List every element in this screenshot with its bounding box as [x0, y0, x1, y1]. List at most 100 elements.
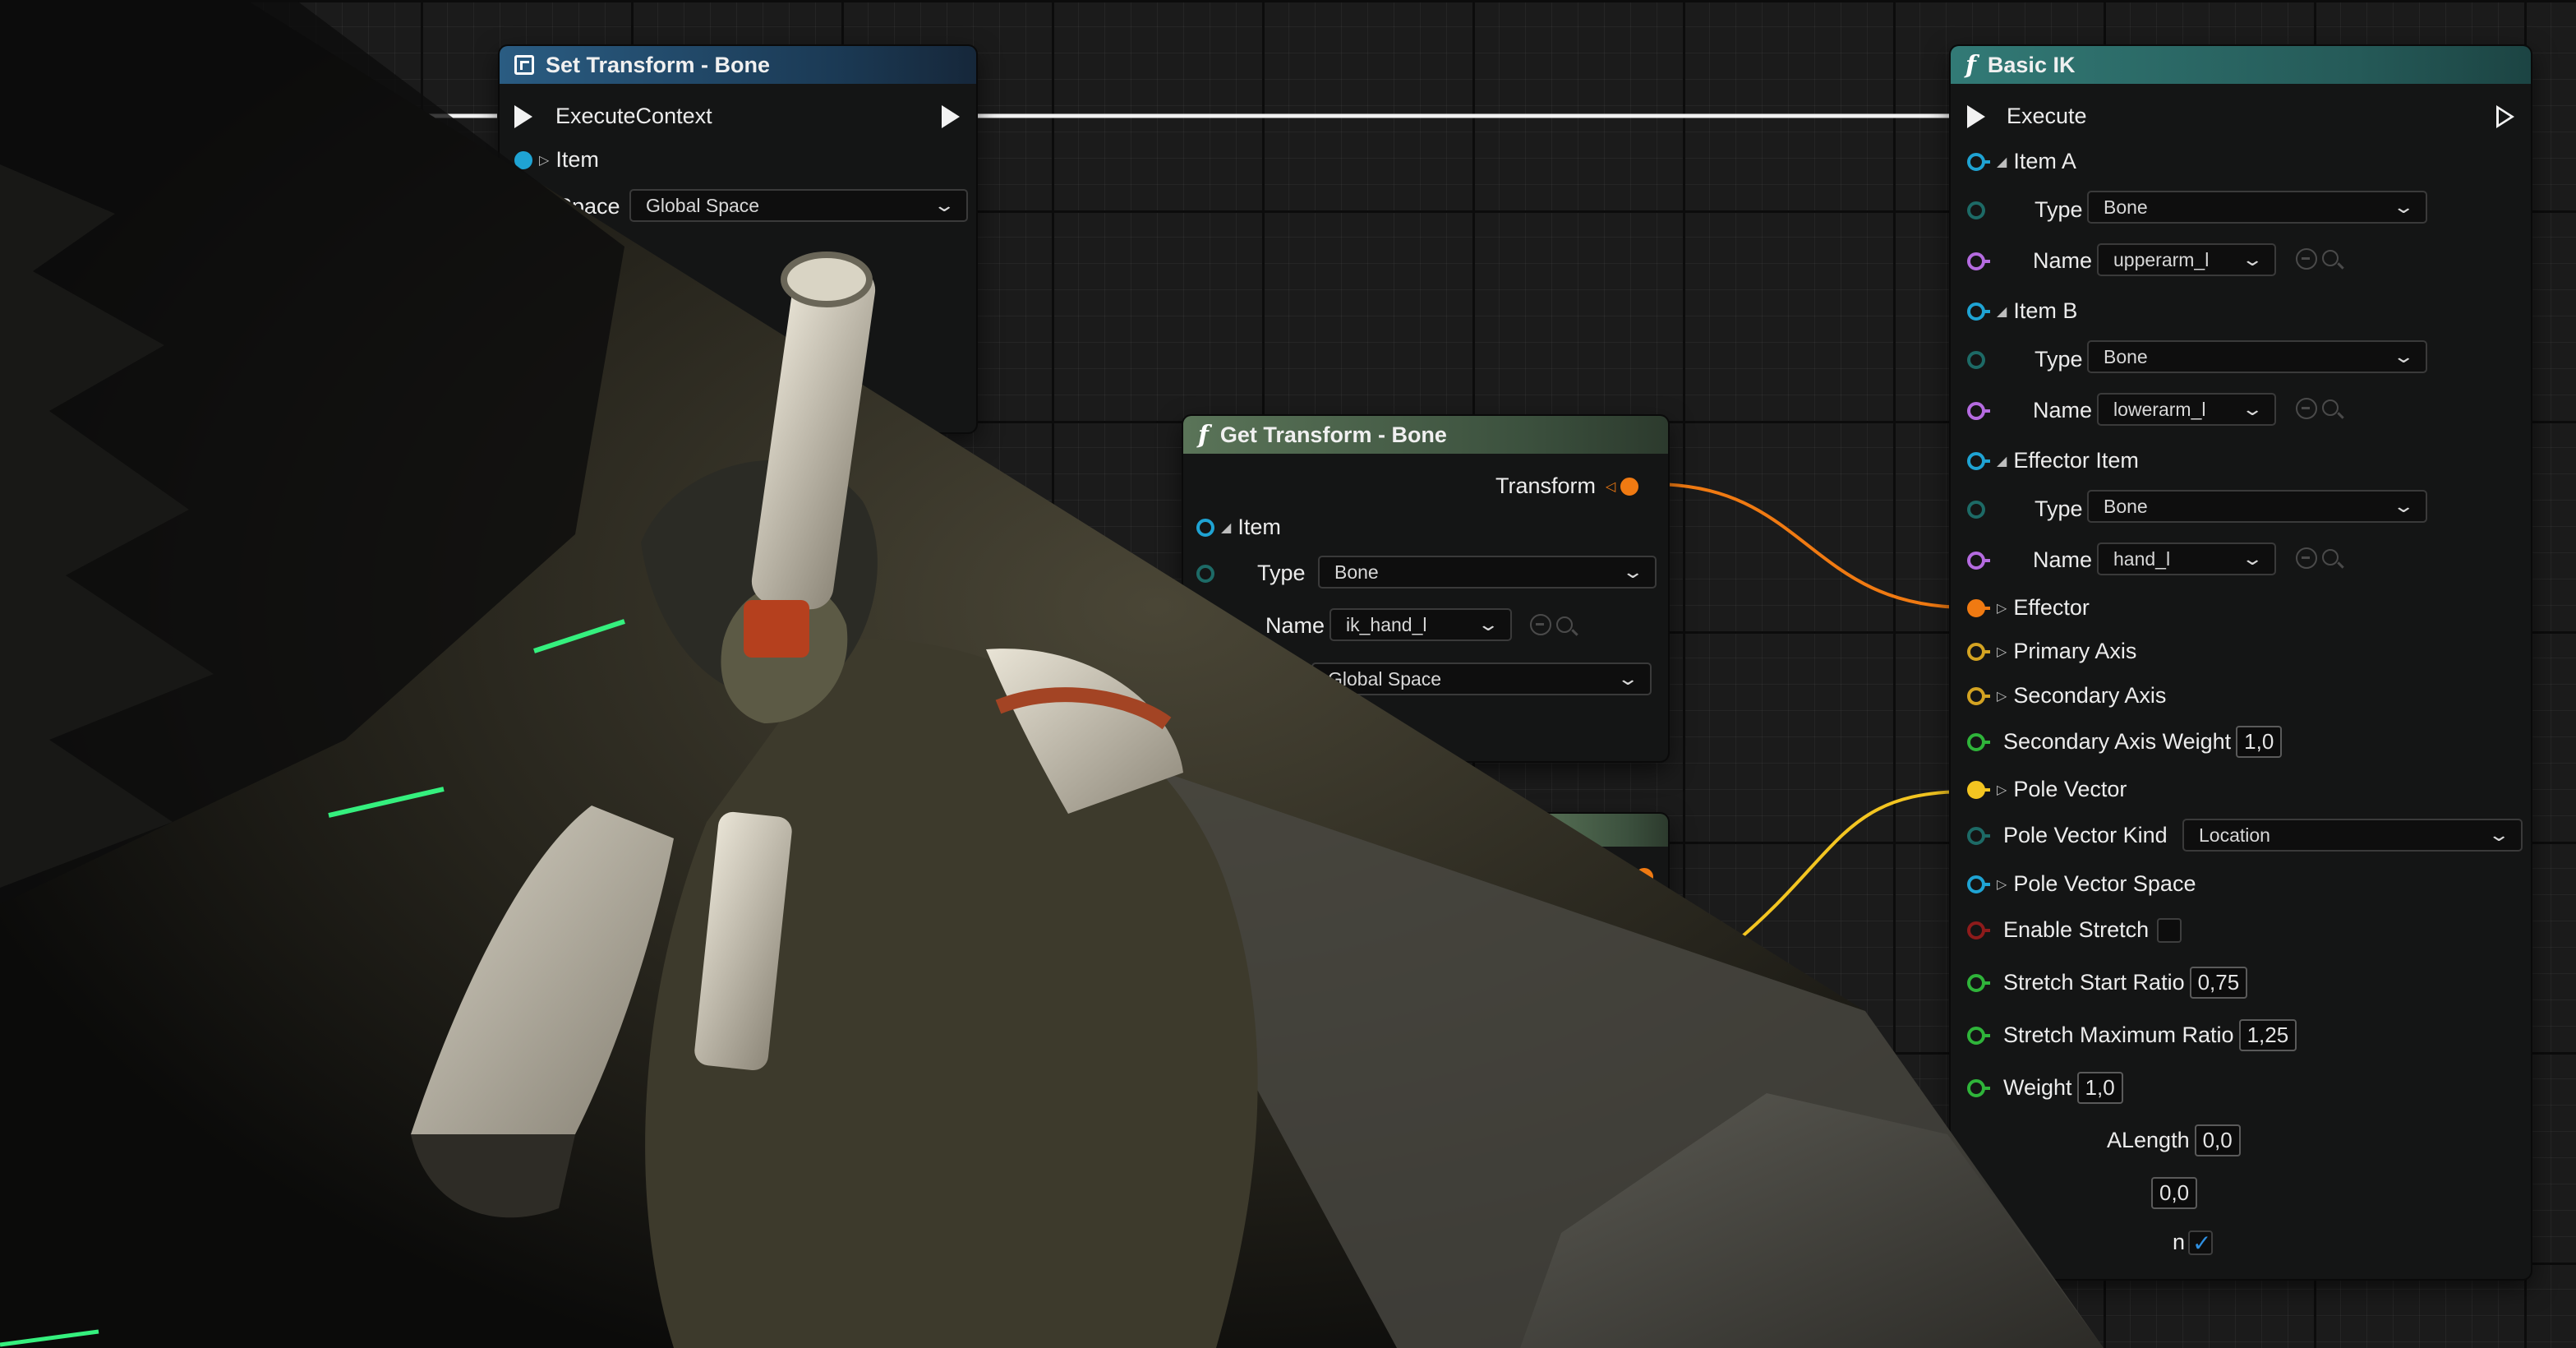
- basic-ik-header[interactable]: f Basic IK: [1951, 46, 2531, 84]
- space-label: Space: [557, 194, 620, 219]
- effector-item-pin[interactable]: [1967, 451, 1985, 470]
- pole-vector-kind-dropdown[interactable]: Location ⌄: [2182, 819, 2523, 852]
- item-b-name-dropdown[interactable]: lowerarm_l ⌄: [2097, 393, 2276, 426]
- stretch-start-ratio-pin[interactable]: [1967, 973, 1985, 992]
- collapse-arrow-icon[interactable]: ◢: [1997, 303, 2007, 320]
- blueprint-graph-canvas[interactable]: Set Transform - Bone ExecuteContext ▷ It…: [0, 0, 2576, 1348]
- pin-connector-icon: [1984, 459, 1990, 463]
- expand-arrow-icon[interactable]: ▷: [1997, 644, 2007, 660]
- use-selected-icon[interactable]: [2296, 398, 2317, 419]
- item-a-name-pin[interactable]: [1967, 252, 1985, 270]
- get-name-dropdown[interactable]: ik_hand_l ⌄: [1329, 608, 1512, 641]
- pin-connector-icon: [1984, 159, 1990, 164]
- ik-exec-out-pin[interactable]: [2496, 105, 2514, 128]
- item-a-type-dropdown[interactable]: Bone ⌄: [2087, 191, 2427, 224]
- secondary-axis-pin[interactable]: [1967, 686, 1985, 705]
- chevron-down-icon: ⌄: [2240, 249, 2264, 270]
- use-selected-icon[interactable]: [1530, 614, 1551, 635]
- get-space-dropdown[interactable]: Global Space ⌄: [1311, 662, 1652, 695]
- use-selected-icon[interactable]: [2296, 547, 2317, 569]
- pole-vector-row: ▷ Pole Vector: [1967, 777, 2127, 802]
- item-b-type-pin[interactable]: [1967, 350, 1985, 369]
- transform-node-icon: [514, 55, 534, 75]
- stretch-start-ratio-input[interactable]: 0,75: [2189, 967, 2248, 999]
- set-transform-bone-node[interactable]: Set Transform - Bone ExecuteContext ▷ It…: [500, 46, 976, 432]
- enable-stretch-pin[interactable]: [1967, 921, 1985, 939]
- ik-exec-in-pin[interactable]: [1967, 104, 1985, 128]
- collapse-arrow-icon[interactable]: ◢: [1221, 519, 1231, 536]
- search-icon[interactable]: [2322, 250, 2339, 266]
- effector-type-dropdown[interactable]: Bone ⌄: [2087, 490, 2427, 523]
- item-a-type-label: Type: [2035, 197, 2083, 222]
- search-icon[interactable]: [1556, 616, 1573, 633]
- item-pin[interactable]: [514, 150, 532, 169]
- pole-vector-pin[interactable]: [1967, 780, 1985, 799]
- get-transform-header[interactable]: f Get Transform - Bone: [1183, 416, 1668, 454]
- set-transform-title: Set Transform - Bone: [546, 52, 771, 77]
- collapse-arrow-icon[interactable]: ◢: [1997, 154, 2007, 170]
- effector-item-label: Effector Item: [2013, 448, 2139, 473]
- pole-vector-space-pin[interactable]: [1967, 875, 1985, 893]
- weight-input[interactable]: 1,0: [2076, 1072, 2123, 1104]
- item-a-pin[interactable]: [1967, 152, 1985, 171]
- enable-stretch-checkbox[interactable]: [2157, 917, 2182, 943]
- get-name-label: Name: [1265, 613, 1325, 638]
- item-a-name-label: Name: [2033, 248, 2093, 273]
- transform-wire[interactable]: [1652, 482, 1969, 609]
- expand-arrow-icon[interactable]: ▷: [1997, 688, 2007, 704]
- item-a-name-dropdown[interactable]: upperarm_l ⌄: [2097, 243, 2276, 276]
- pole-vector-wire[interactable]: [1732, 790, 1969, 945]
- bone-a-length-input[interactable]: 0,0: [2194, 1124, 2241, 1156]
- get-transform-bone-node[interactable]: f Get Transform - Bone Transform ◁ ◢ Ite…: [1183, 416, 1668, 761]
- get-type-pin[interactable]: [1196, 564, 1214, 583]
- item-a-name-row: Name: [1967, 248, 2092, 274]
- secondary-axis-weight-input[interactable]: 1,0: [2236, 726, 2283, 758]
- get-transform-title: Get Transform - Bone: [1219, 422, 1447, 447]
- expand-arrow-icon[interactable]: ▷: [1997, 600, 2007, 616]
- collapse-arrow-icon[interactable]: ◢: [1997, 453, 2007, 469]
- primary-axis-pin[interactable]: [1967, 642, 1985, 661]
- space-dropdown[interactable]: Global Space ⌄: [629, 189, 968, 222]
- expand-arrow-icon[interactable]: ▷: [539, 152, 549, 168]
- item-b-name-label: Name: [2033, 398, 2093, 422]
- get-type-dropdown[interactable]: Bone ⌄: [1318, 556, 1657, 589]
- stretch-maximum-ratio-input[interactable]: 1,25: [2238, 1019, 2297, 1051]
- primary-axis-label: Primary Axis: [2013, 639, 2137, 663]
- propagate-checkbox[interactable]: [2188, 1230, 2214, 1257]
- item-a-type-pin[interactable]: [1967, 201, 1985, 219]
- item-b-type-row: Type: [1967, 347, 2083, 372]
- pin-connector-icon: [1984, 833, 1990, 838]
- expand-arrow-icon[interactable]: ▷: [1997, 876, 2007, 893]
- hidden-node[interactable]: [1528, 814, 1668, 904]
- exec-out-pin[interactable]: [942, 105, 960, 128]
- search-icon[interactable]: [2322, 399, 2339, 416]
- hidden-node-header[interactable]: [1528, 814, 1668, 847]
- pole-vector-space-row: ▷ Pole Vector Space: [1967, 871, 2196, 897]
- effector-type-pin[interactable]: [1967, 500, 1985, 519]
- effector-pin[interactable]: [1967, 598, 1985, 617]
- exec-in-pin[interactable]: [514, 104, 532, 128]
- effector-name-dropdown[interactable]: hand_l ⌄: [2097, 542, 2276, 575]
- chevron-down-icon: ⌄: [2486, 824, 2510, 845]
- item-b-name-pin[interactable]: [1967, 401, 1985, 420]
- get-item-label: Item: [1237, 515, 1281, 539]
- bone-b-length-input[interactable]: 0,0: [2151, 1177, 2198, 1209]
- secondary-axis-weight-row: Secondary Axis Weight 1,0: [1967, 726, 2283, 758]
- secondary-axis-weight-pin[interactable]: [1967, 732, 1985, 751]
- item-b-type-dropdown[interactable]: Bone ⌄: [2087, 340, 2427, 373]
- chevron-down-icon: ⌄: [2240, 548, 2264, 569]
- search-icon[interactable]: [2322, 549, 2339, 566]
- set-transform-header[interactable]: Set Transform - Bone: [500, 46, 976, 84]
- stretch-maximum-ratio-pin[interactable]: [1967, 1026, 1985, 1045]
- function-icon: f: [1198, 420, 1209, 450]
- expand-arrow-icon[interactable]: ▷: [1997, 782, 2007, 798]
- pole-vector-kind-pin[interactable]: [1967, 826, 1985, 845]
- hidden-out-pin[interactable]: [1635, 868, 1653, 886]
- transform-out-pin[interactable]: [1620, 477, 1639, 496]
- use-selected-icon[interactable]: [2296, 248, 2317, 270]
- get-item-pin[interactable]: [1196, 518, 1214, 537]
- weight-pin[interactable]: [1967, 1078, 1985, 1097]
- effector-name-pin[interactable]: [1967, 551, 1985, 570]
- basic-ik-node[interactable]: f Basic IK Execute ◢ Item A Type Bone ⌄ …: [1951, 46, 2531, 1279]
- item-b-pin[interactable]: [1967, 302, 1985, 321]
